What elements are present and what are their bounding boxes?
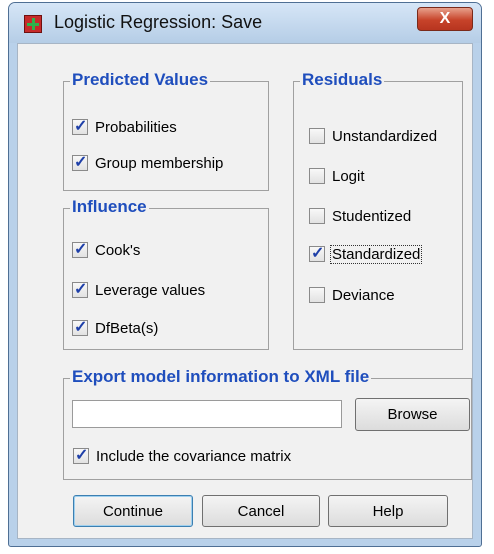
window-title: Logistic Regression: Save xyxy=(54,12,263,32)
leverage-values-label: Leverage values xyxy=(95,281,206,299)
residuals-group: Residuals Unstandardized Logit Studentiz… xyxy=(293,70,463,350)
checkbox-box[interactable] xyxy=(309,287,325,303)
dfbeta-label: DfBeta(s) xyxy=(95,319,159,337)
xml-file-input[interactable] xyxy=(72,400,342,428)
browse-button[interactable]: Browse xyxy=(355,398,470,431)
deviance-label: Deviance xyxy=(332,286,395,304)
studentized-label: Studentized xyxy=(332,207,412,225)
standardized-label: Standardized xyxy=(330,244,423,264)
dialog-window: Logistic Regression: Save X Predicted Va… xyxy=(8,2,482,547)
check-icon[interactable] xyxy=(72,280,88,300)
export-legend: Export model information to XML file xyxy=(70,367,372,387)
residuals-legend: Residuals xyxy=(300,70,385,90)
check-icon[interactable] xyxy=(72,240,88,260)
cooks-label: Cook's xyxy=(95,241,141,259)
leverage-values-checkbox[interactable]: Leverage values xyxy=(72,280,205,300)
check-icon[interactable] xyxy=(72,117,88,137)
spss-app-icon xyxy=(24,15,42,33)
check-icon[interactable] xyxy=(73,446,89,466)
predicted-values-legend: Predicted Values xyxy=(70,70,211,90)
probabilities-label: Probabilities xyxy=(95,118,177,136)
include-covariance-label: Include the covariance matrix xyxy=(96,447,292,465)
checkbox-box[interactable] xyxy=(309,208,325,224)
check-icon[interactable] xyxy=(72,318,88,338)
unstandardized-label: Unstandardized xyxy=(332,127,438,145)
cancel-button[interactable]: Cancel xyxy=(202,495,320,527)
influence-legend: Influence xyxy=(70,197,149,217)
deviance-checkbox[interactable]: Deviance xyxy=(309,285,395,305)
dfbeta-checkbox[interactable]: DfBeta(s) xyxy=(72,318,158,338)
probabilities-checkbox[interactable]: Probabilities xyxy=(72,117,177,137)
logit-checkbox[interactable]: Logit xyxy=(309,166,365,186)
group-membership-label: Group membership xyxy=(95,154,224,172)
predicted-values-group: Predicted Values Probabilities Group mem… xyxy=(63,70,269,191)
check-icon[interactable] xyxy=(309,244,325,264)
dialog-body: Predicted Values Probabilities Group mem… xyxy=(17,43,473,539)
unstandardized-checkbox[interactable]: Unstandardized xyxy=(309,126,437,146)
title-bar[interactable]: Logistic Regression: Save X xyxy=(9,3,481,43)
continue-button[interactable]: Continue xyxy=(73,495,193,527)
include-covariance-checkbox[interactable]: Include the covariance matrix xyxy=(73,446,291,466)
studentized-checkbox[interactable]: Studentized xyxy=(309,206,411,226)
checkbox-box[interactable] xyxy=(309,128,325,144)
checkbox-box[interactable] xyxy=(309,168,325,184)
cooks-checkbox[interactable]: Cook's xyxy=(72,240,140,260)
influence-group: Influence Cook's Leverage values DfBeta(… xyxy=(63,197,269,350)
group-membership-checkbox[interactable]: Group membership xyxy=(72,153,223,173)
help-button[interactable]: Help xyxy=(328,495,448,527)
check-icon[interactable] xyxy=(72,153,88,173)
standardized-checkbox[interactable]: Standardized xyxy=(309,244,423,264)
close-button[interactable]: X xyxy=(417,7,473,31)
logit-label: Logit xyxy=(332,167,365,185)
